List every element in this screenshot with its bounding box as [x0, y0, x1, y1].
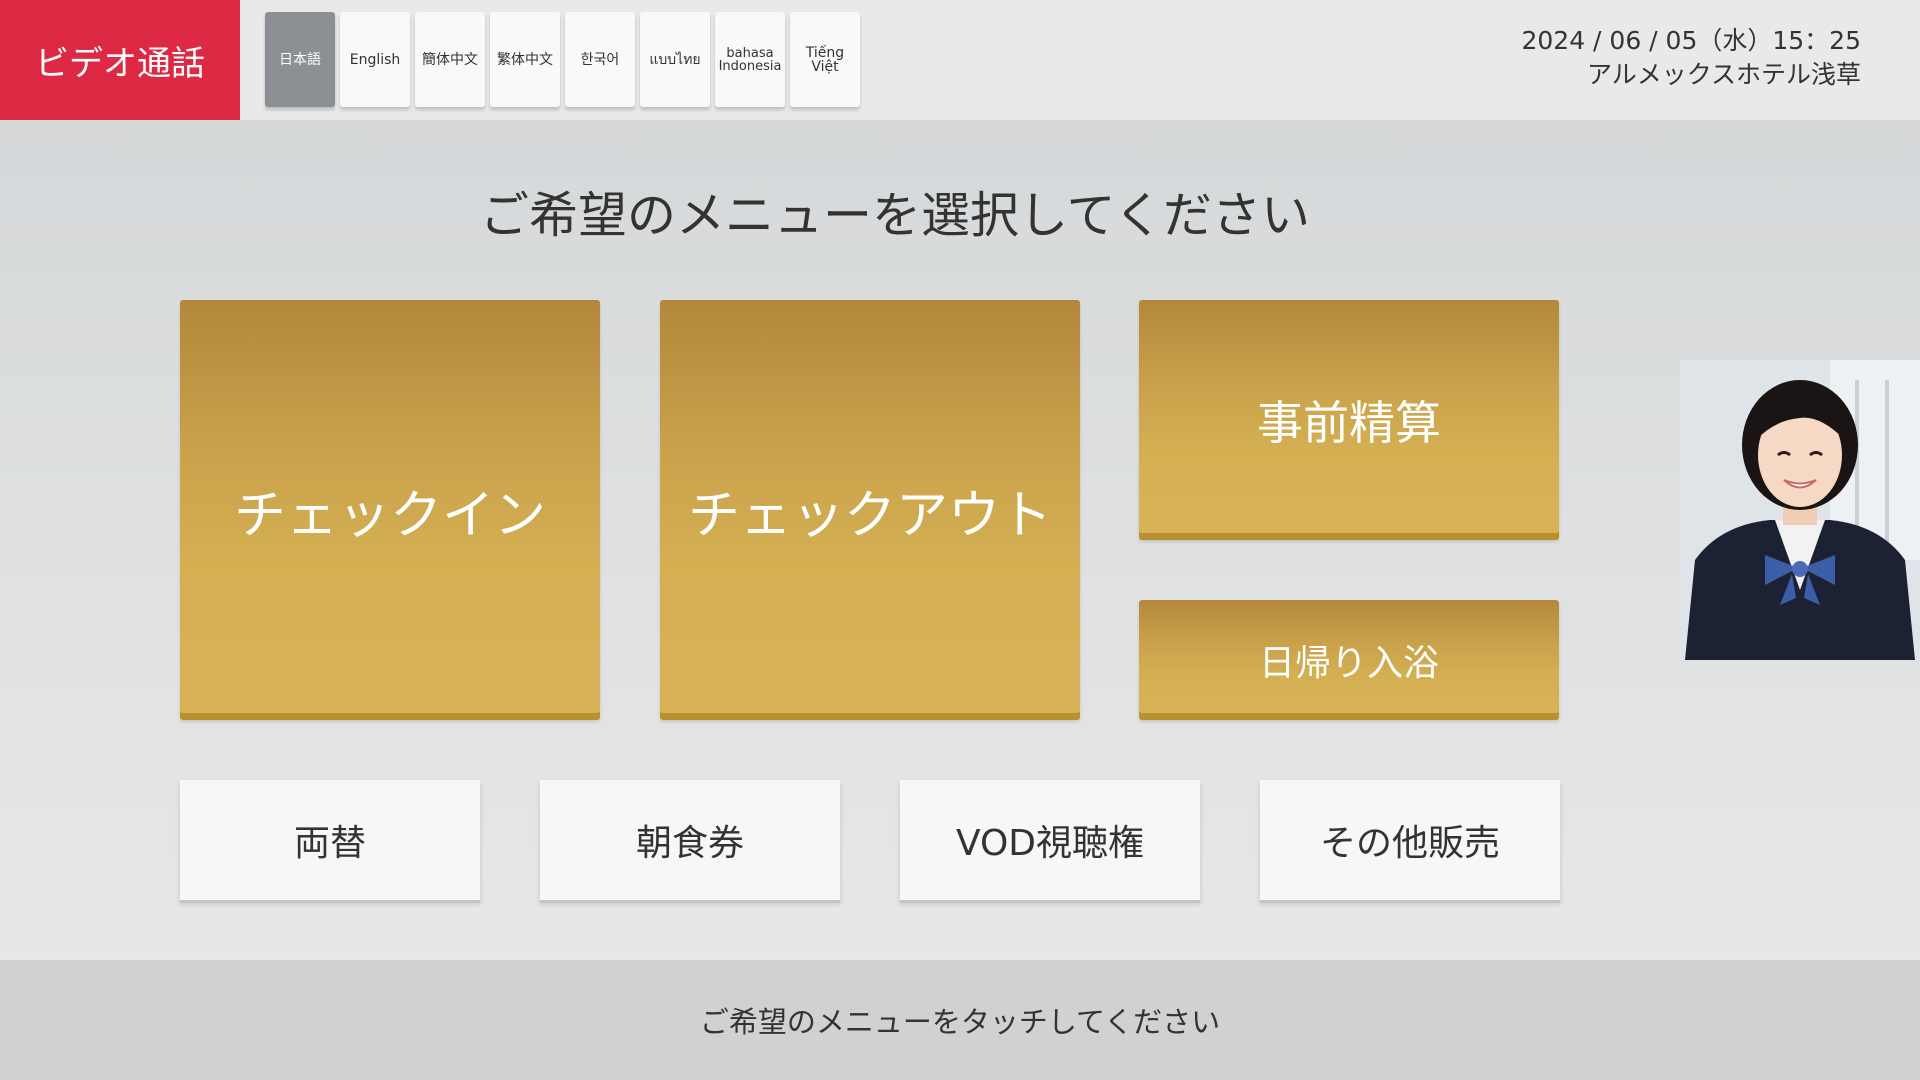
lang-tab-indonesian[interactable]: bahasa Indonesia [715, 12, 785, 107]
language-tabs: 日本語 English 簡体中文 繁体中文 한국어 แบบไทย bahasa … [265, 12, 865, 107]
lang-tab-korean[interactable]: 한국어 [565, 12, 635, 107]
lang-tab-simplified-chinese[interactable]: 簡体中文 [415, 12, 485, 107]
lang-tab-japanese[interactable]: 日本語 [265, 12, 335, 107]
day-bath-button[interactable]: 日帰り入浴 [1139, 600, 1559, 720]
exchange-button[interactable]: 両替 [180, 780, 480, 900]
checkout-button[interactable]: チェックアウト [660, 300, 1080, 720]
vod-button[interactable]: VOD視聴権 [900, 780, 1200, 900]
header-info: 2024 / 06 / 05（水）15：25 アルメックスホテル浅草 [1521, 24, 1861, 92]
breakfast-ticket-button[interactable]: 朝食券 [540, 780, 840, 900]
footer-message: ご希望のメニューをタッチしてください [699, 1005, 1221, 1039]
lang-tab-traditional-chinese[interactable]: 繁体中文 [490, 12, 560, 107]
datetime-display: 2024 / 06 / 05（水）15：25 [1521, 26, 1861, 55]
lang-tab-thai[interactable]: แบบไทย [640, 12, 710, 107]
lang-tab-vietnamese[interactable]: Tiếng Việt [790, 12, 860, 107]
checkin-button[interactable]: チェックイン [180, 300, 600, 720]
lang-tab-english[interactable]: English [340, 12, 410, 107]
video-call-button[interactable]: ビデオ通話 [0, 0, 240, 120]
prepay-button[interactable]: 事前精算 [1139, 300, 1559, 540]
staff-person-image [1680, 360, 1920, 660]
staff-video-avatar [1680, 360, 1920, 660]
page-title: ご希望のメニューを選択してください [480, 187, 1311, 244]
top-bar: ビデオ通話 日本語 English 簡体中文 繁体中文 한국어 แบบไทย b… [0, 0, 1920, 120]
hotel-name: アルメックスホテル浅草 [1586, 60, 1861, 89]
other-sales-button[interactable]: その他販売 [1260, 780, 1560, 900]
footer-bar: ご希望のメニューをタッチしてください [0, 960, 1920, 1080]
